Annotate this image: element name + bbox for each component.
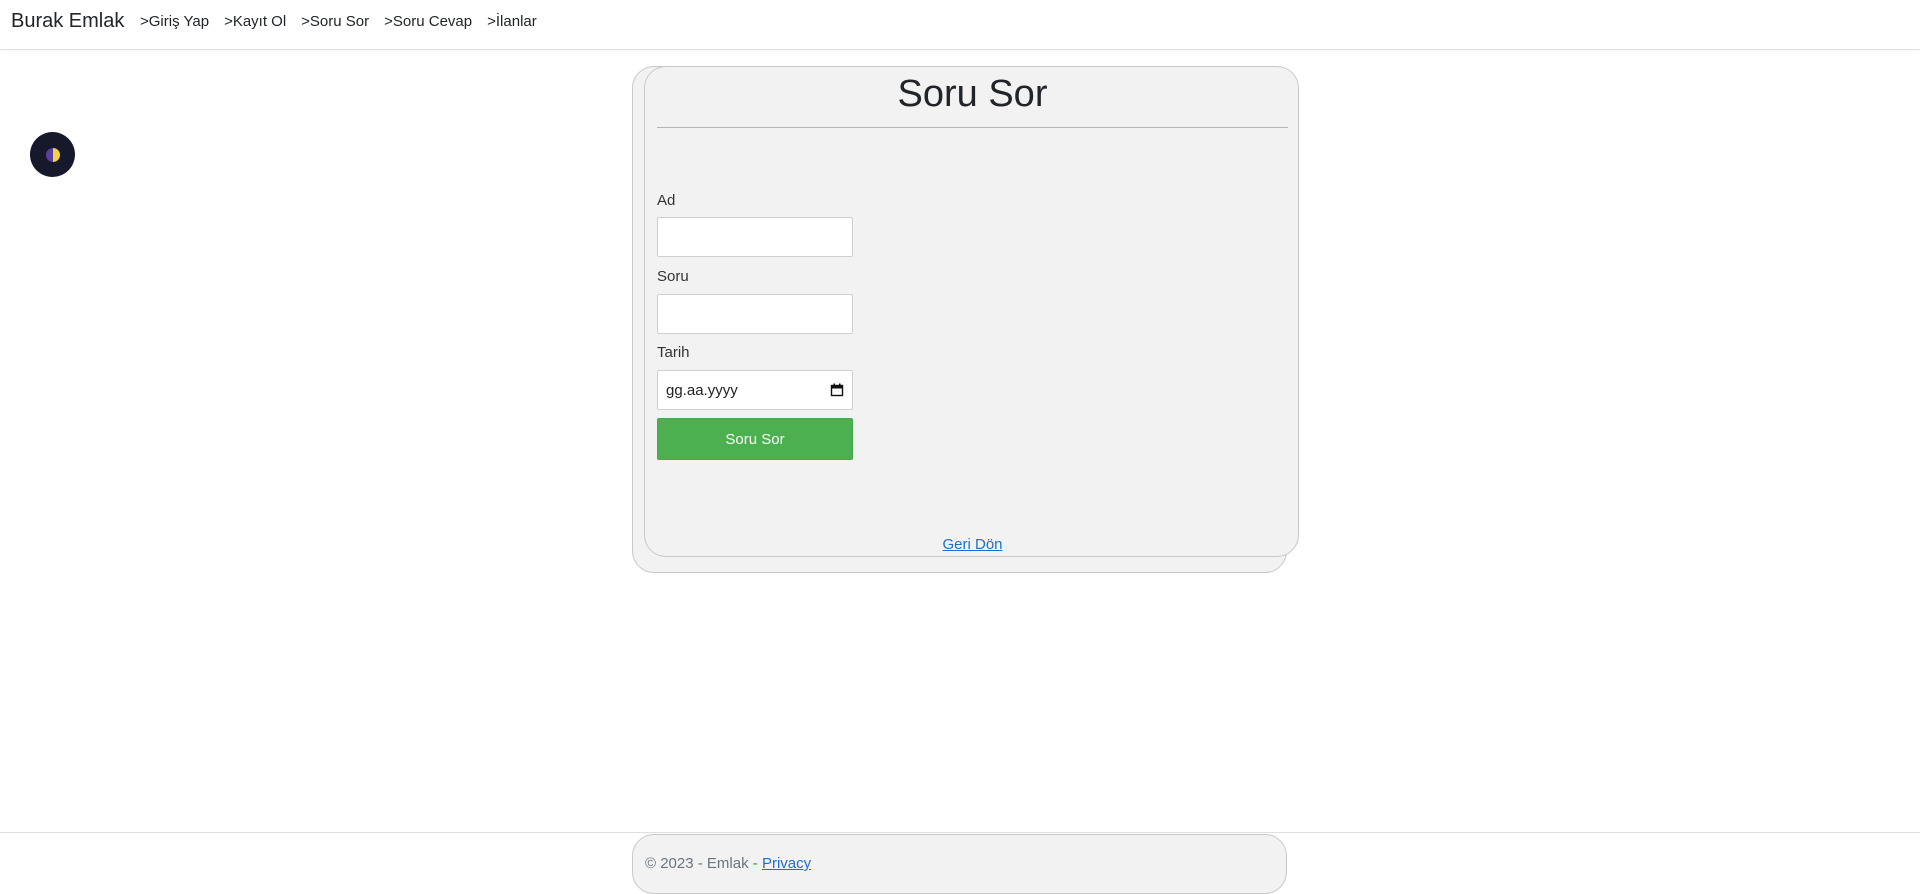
date-label: Tarih xyxy=(657,344,690,361)
nav-link-listings[interactable]: >İlanlar xyxy=(487,13,537,30)
question-label: Soru xyxy=(657,268,689,285)
footer: © 2023 - Emlak - Privacy xyxy=(632,834,1287,894)
footer-text: © 2023 - Emlak - Privacy xyxy=(645,855,811,872)
nav-link-register[interactable]: >Kayıt Ol xyxy=(224,13,286,30)
nav-link-ask-question[interactable]: >Soru Sor xyxy=(301,13,369,30)
nav-links: >Giriş Yap >Kayıt Ol >Soru Sor >Soru Cev… xyxy=(140,13,552,30)
page-title: Soru Sor xyxy=(897,73,1048,115)
privacy-link[interactable]: Privacy xyxy=(762,855,811,872)
footer-divider xyxy=(0,832,1920,833)
question-input[interactable] xyxy=(657,294,853,334)
navbar: Burak Emlak >Giriş Yap >Kayıt Ol >Soru S… xyxy=(0,0,1920,50)
name-input[interactable] xyxy=(657,217,853,257)
theme-toggle-button[interactable] xyxy=(30,132,75,177)
copyright-text: © 2023 - Emlak - xyxy=(645,855,762,872)
nav-link-questions-answers[interactable]: >Soru Cevap xyxy=(384,13,472,30)
back-link[interactable]: Geri Dön xyxy=(645,536,1300,553)
title-divider xyxy=(657,127,1288,128)
date-placeholder: gg.aa.yyyy xyxy=(666,381,738,399)
brand-link[interactable]: Burak Emlak xyxy=(11,10,124,33)
name-label: Ad xyxy=(657,192,676,209)
nav-link-login[interactable]: >Giriş Yap xyxy=(140,13,209,30)
half-moon-contrast-icon xyxy=(45,147,60,162)
date-input[interactable]: gg.aa.yyyy xyxy=(657,370,853,410)
ask-question-card: Soru Sor Ad Soru Tarih gg.aa.yyyy Soru S… xyxy=(644,66,1299,557)
calendar-icon[interactable] xyxy=(830,383,844,397)
submit-question-button[interactable]: Soru Sor xyxy=(657,418,853,460)
